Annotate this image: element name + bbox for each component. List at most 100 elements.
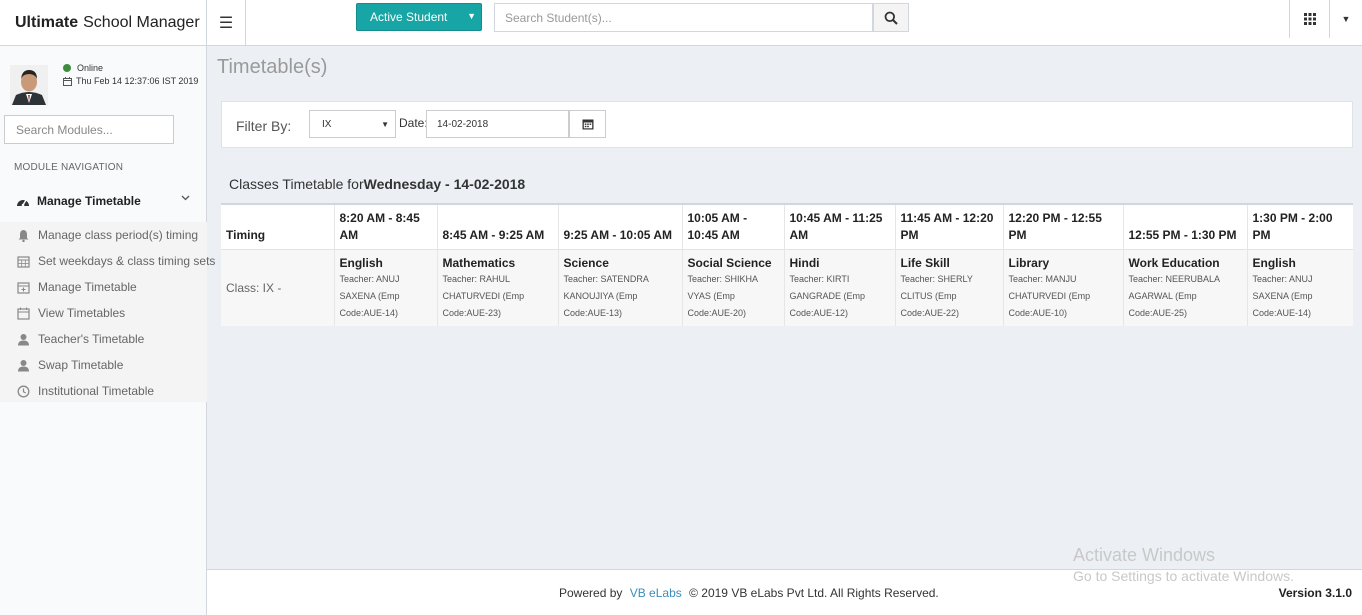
class-select[interactable]: IX ▼ (309, 110, 396, 138)
sidebar-item-label: Manage class period(s) timing (38, 228, 199, 242)
period-cell: Work Education Teacher: NEERUBALA AGARWAL… (1123, 248, 1248, 326)
calendar-view-icon (17, 307, 30, 320)
timetable-table-container: Timing 8:20 AM - 8:45 AM 8:45 AM - 9:25 … (221, 203, 1353, 326)
calendar-icon (582, 119, 593, 130)
active-student-label: Active Student (370, 10, 448, 24)
timetable-heading-day: Wednesday - 14-02-2018 (363, 176, 526, 192)
main-content: Timetable(s) Filter By: IX ▼ Date: 14-02… (207, 46, 1362, 569)
subject-name: Science (563, 255, 609, 270)
calendar-plus-icon (17, 281, 30, 294)
subject-name: Life Skill (900, 255, 950, 270)
version-label: Version 3.1.0 (1278, 586, 1352, 600)
user-menu-dropdown[interactable]: ▼ (1330, 0, 1362, 38)
brand-name: School Manager (83, 14, 200, 31)
period-time-header: 11:45 AM - 12:20 PM (895, 205, 1004, 249)
module-navigation-heading: MODULE NAVIGATION (14, 162, 124, 173)
teacher-info: Teacher: ANUJ SAXENA (Emp Code:AUE-14) (1252, 273, 1313, 318)
subject-name: Hindi (789, 255, 820, 270)
teacher-info: Teacher: RAHUL CHATURVEDI (Emp Code:AUE-… (442, 273, 525, 318)
brand-bold: Ultimate (15, 14, 79, 31)
timing-header: Timing (221, 205, 335, 249)
caret-down-icon: ▼ (1341, 14, 1351, 24)
sidebar-group-manage-timetable[interactable]: Manage Timetable (0, 185, 207, 217)
footer-credits: Powered by VB eLabs © 2019 VB eLabs Pvt … (559, 586, 939, 600)
vendor-link[interactable]: VB eLabs (630, 586, 682, 600)
date-input-value: 14-02-2018 (437, 118, 489, 130)
teacher-info: Teacher: SHERLY CLITUS (Emp Code:AUE-22) (900, 273, 973, 318)
sidebar-item-manage-timetable[interactable]: Manage Timetable (17, 274, 137, 300)
table-row: Class: IX - English Teacher: ANUJ SAXENA … (221, 248, 1353, 326)
bell-icon (18, 229, 29, 242)
period-time-header: 10:05 AM - 10:45 AM (682, 205, 785, 249)
subject-name: English (339, 255, 383, 270)
student-search-input[interactable]: Search Student(s)... (494, 3, 873, 32)
sidebar-item-teachers-timetable[interactable]: Teacher's Timetable (17, 326, 144, 352)
teacher-info: Teacher: SATENDRA KANOUJIYA (Emp Code:AU… (563, 273, 649, 318)
sidebar-item-institutional-timetable[interactable]: Institutional Timetable (17, 378, 154, 404)
period-cell: Life Skill Teacher: SHERLY CLITUS (Emp Co… (895, 248, 1004, 326)
page-title: Timetable(s) (217, 56, 328, 78)
datetime-text: Thu Feb 14 12:37:06 IST 2019 (76, 76, 199, 86)
watermark-title: Activate Windows (1073, 545, 1216, 565)
class-select-value: IX (322, 118, 332, 130)
apps-grid-button[interactable] (1289, 0, 1330, 38)
sidebar-item-swap-timetable[interactable]: Swap Timetable (17, 352, 123, 378)
sidebar-item-set-weekdays[interactable]: Set weekdays & class timing sets (17, 248, 215, 274)
top-navbar: Ultimate School Manager ☰ Active Student… (0, 0, 1362, 46)
watermark-subtitle: Go to Settings to activate Windows. (1073, 568, 1294, 584)
sidebar-item-label: Manage Timetable (38, 280, 137, 294)
caret-down-icon: ▼ (467, 11, 476, 21)
clock-icon (17, 385, 30, 397)
period-time-header: 1:30 PM - 2:00 PM (1252, 210, 1333, 242)
teacher-info: Teacher: MANJU CHATURVEDI (Emp Code:AUE-… (1008, 273, 1091, 318)
period-cell: English Teacher: ANUJ SAXENA (Emp Code:AU… (334, 248, 438, 326)
date-picker-button[interactable] (569, 110, 606, 138)
subject-name: Mathematics (442, 255, 516, 270)
sidebar-item-label: Swap Timetable (38, 358, 124, 372)
period-cell: Mathematics Teacher: RAHUL CHATURVEDI (Em… (437, 248, 559, 326)
search-icon (884, 11, 898, 25)
period-time-header: 8:20 AM - 8:45 AM (334, 205, 438, 249)
period-cell: Social Science Teacher: SHIKHA VYAS (Emp … (682, 248, 785, 326)
student-search-placeholder: Search Student(s)... (505, 10, 612, 25)
period-time-header: 12:20 PM - 12:55 PM (1003, 205, 1124, 249)
teacher-info: Teacher: SHIKHA VYAS (Emp Code:AUE-20) (687, 273, 758, 318)
sidebar-submenu: Manage class period(s) timing Set weekda… (0, 222, 215, 404)
online-status-text: Online (77, 63, 104, 73)
subject-name: Social Science (687, 255, 772, 270)
timetable-heading-prefix: Classes Timetable for (229, 176, 364, 192)
calendar-grid-icon (17, 255, 30, 268)
period-time-header: 10:45 AM - 11:25 AM (784, 205, 896, 249)
timetable-table: Timing 8:20 AM - 8:45 AM 8:45 AM - 9:25 … (221, 205, 1353, 326)
calendar-icon (63, 76, 72, 86)
online-dot-icon (63, 64, 71, 72)
module-search-input[interactable]: Search Modules... (4, 115, 174, 144)
powered-by-text: Powered by (559, 586, 623, 600)
sidebar-item-manage-class-period-timing[interactable]: Manage class period(s) timing (17, 222, 198, 248)
hamburger-menu-icon: ☰ (218, 15, 234, 32)
sidebar-toggle-button[interactable]: ☰ (207, 0, 246, 46)
search-button[interactable] (873, 3, 909, 32)
sidebar-item-label: Set weekdays & class timing sets (38, 254, 216, 268)
subject-name: Work Education (1128, 255, 1220, 270)
period-cell: Hindi Teacher: KIRTI GANGRADE (Emp Code:A… (784, 248, 896, 326)
online-status: Online (63, 63, 103, 73)
dashboard-icon (17, 199, 29, 207)
period-time-header: 12:55 PM - 1:30 PM (1123, 205, 1248, 249)
grid-icon (1303, 13, 1316, 25)
module-search-placeholder: Search Modules... (16, 122, 113, 137)
app-logo[interactable]: Ultimate School Manager (0, 0, 207, 46)
subject-name: English (1252, 255, 1296, 270)
copyright-text: © 2019 VB eLabs Pvt Ltd. All Rights Rese… (689, 586, 939, 600)
teacher-info: Teacher: KIRTI GANGRADE (Emp Code:AUE-12… (789, 273, 866, 318)
active-student-dropdown[interactable]: Active Student ▼ (356, 3, 482, 31)
filter-label: Filter By: (236, 118, 292, 134)
date-input[interactable]: 14-02-2018 (426, 110, 569, 138)
sidebar-item-view-timetables[interactable]: View Timetables (17, 300, 125, 326)
teacher-info: Teacher: NEERUBALA AGARWAL (Emp Code:AUE… (1128, 273, 1220, 318)
class-row-label: Class: IX - (221, 248, 335, 326)
sidebar-item-label: Teacher's Timetable (38, 332, 145, 346)
period-cell: English Teacher: ANUJ SAXENA (Emp Code:AU… (1247, 248, 1353, 326)
period-cell: Library Teacher: MANJU CHATURVEDI (Emp Co… (1003, 248, 1124, 326)
period-time-header: 8:45 AM - 9:25 AM (437, 205, 559, 249)
